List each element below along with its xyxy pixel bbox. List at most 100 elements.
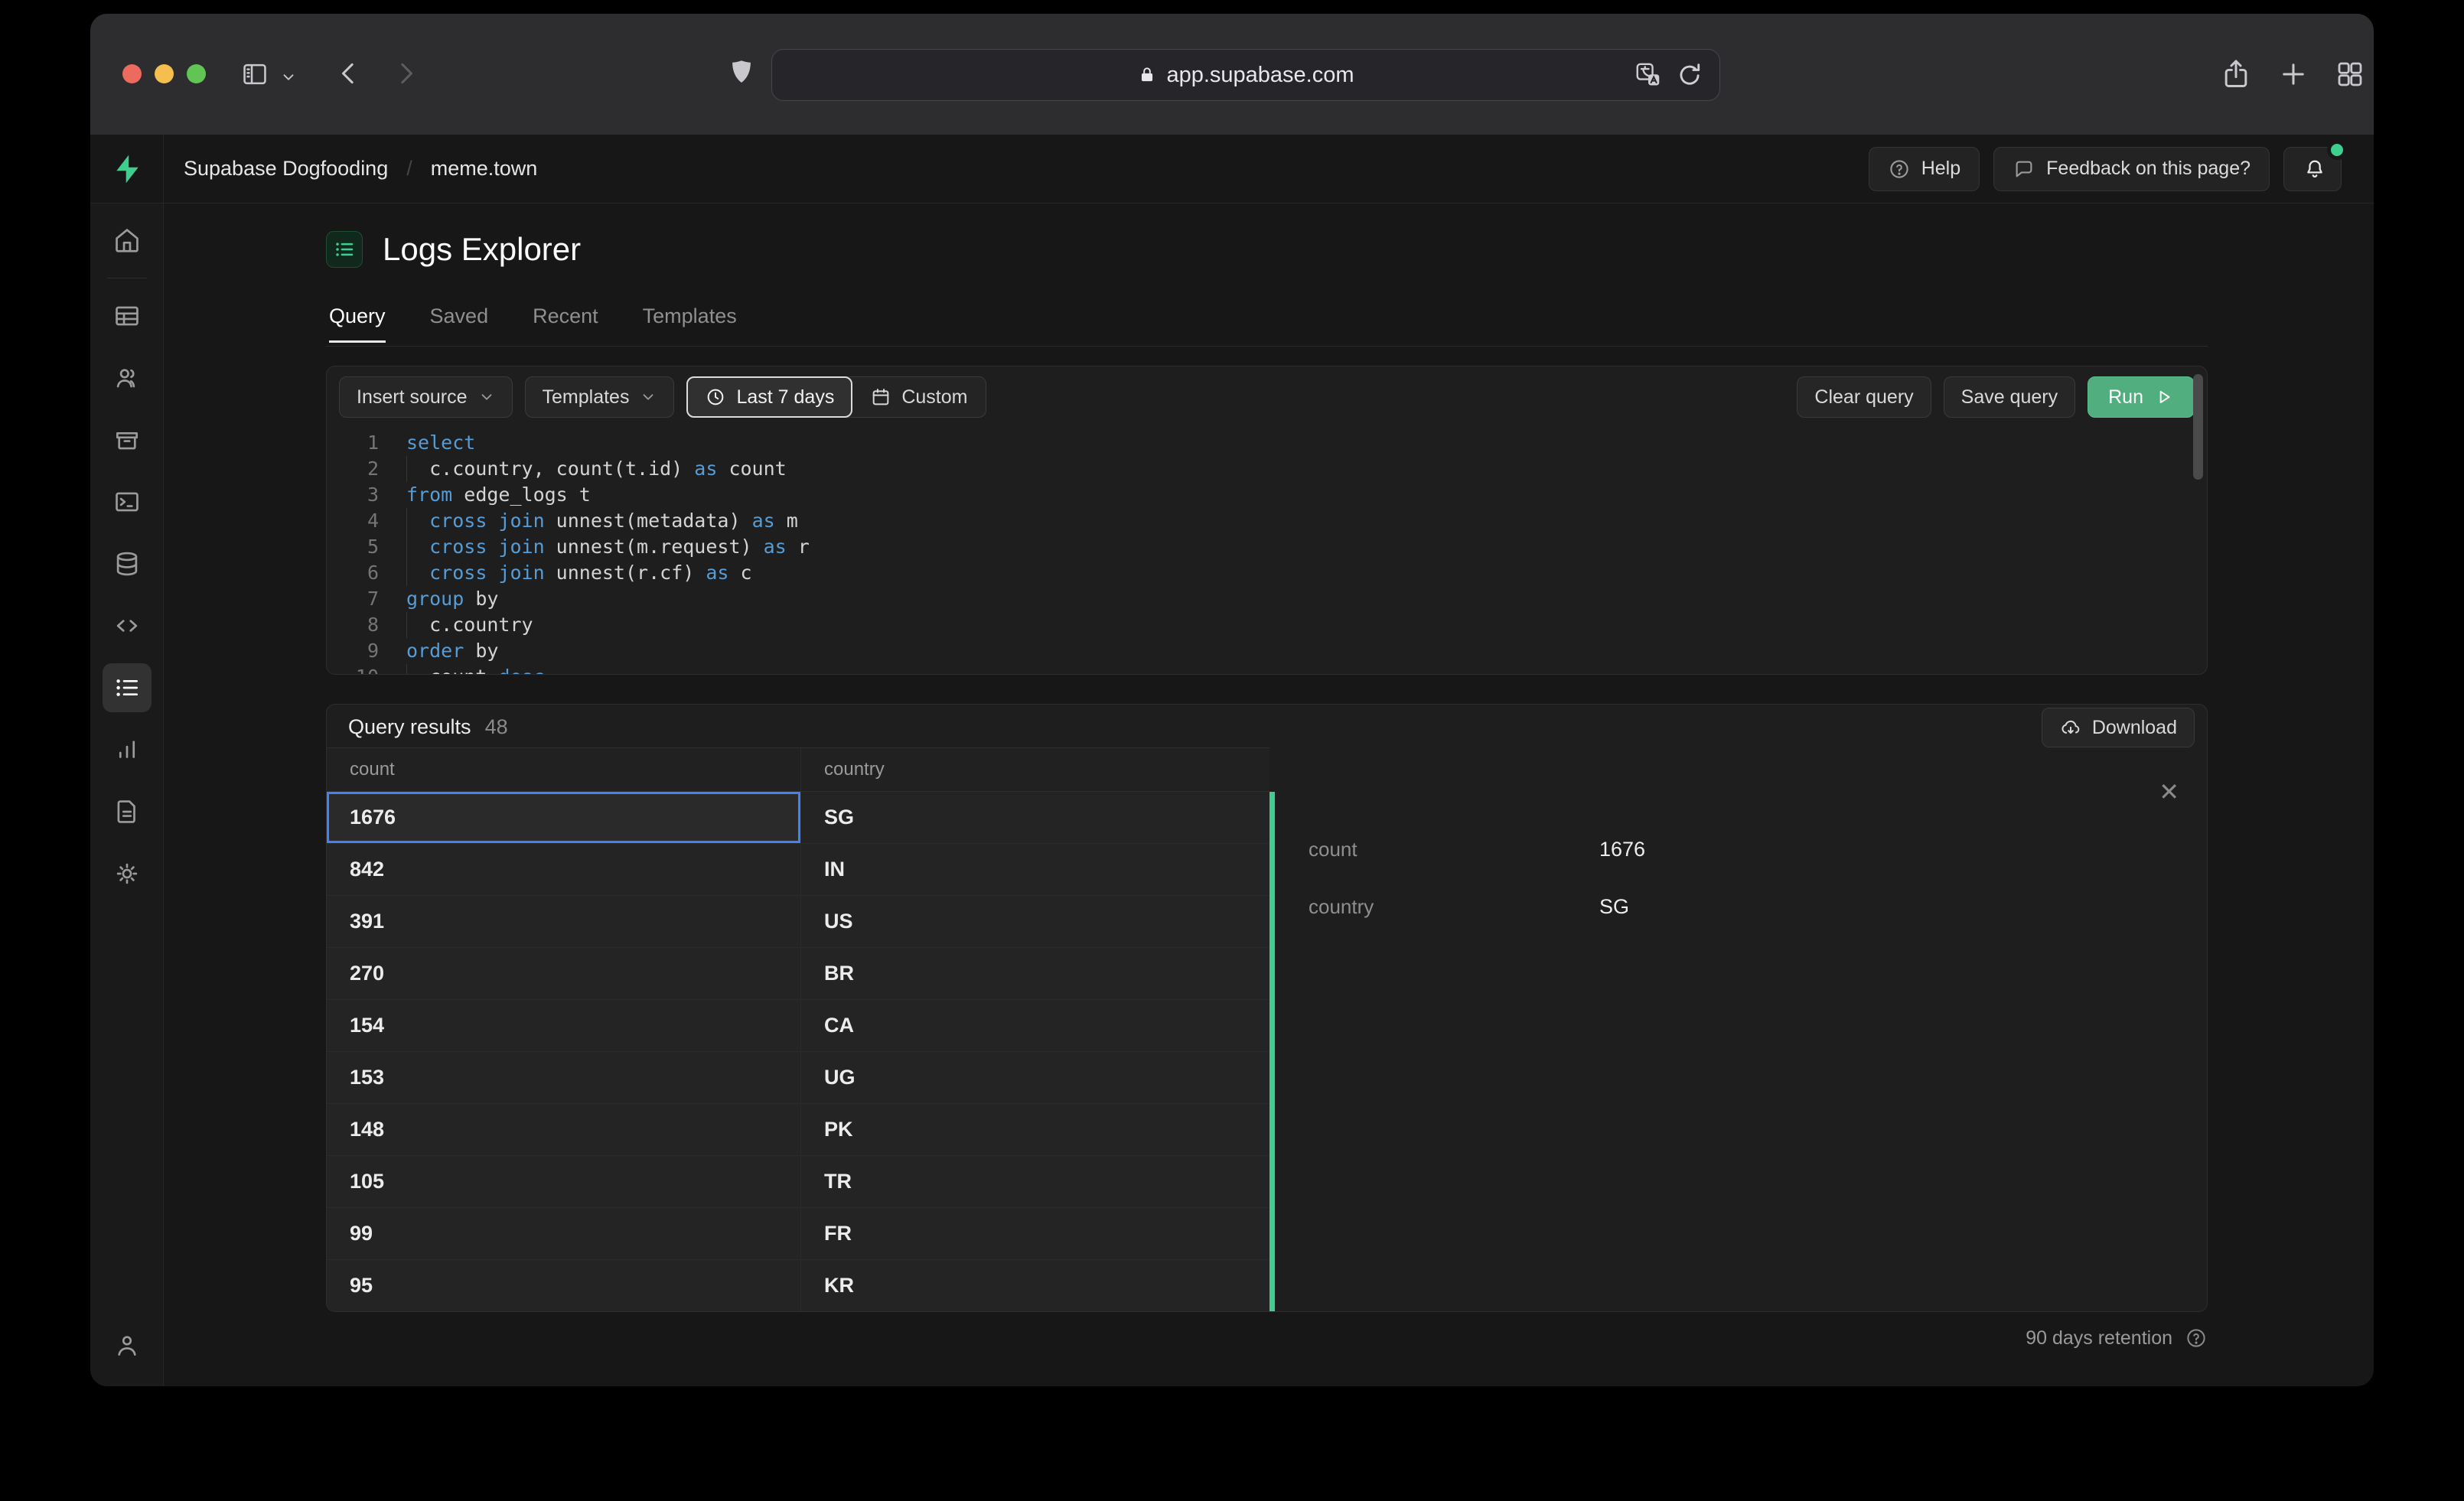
play-icon bbox=[2154, 387, 2174, 407]
code-line-4[interactable]: 4 cross join unnest(metadata) as m bbox=[327, 508, 2207, 534]
table-row[interactable]: 270 BR bbox=[327, 948, 1269, 1000]
breadcrumb-separator: / bbox=[406, 157, 412, 180]
sidebar-item-settings[interactable] bbox=[103, 849, 152, 898]
help-button[interactable]: Help bbox=[1868, 146, 1980, 191]
table-row[interactable]: 1676 SG bbox=[327, 792, 1269, 844]
table-row[interactable]: 153 UG bbox=[327, 1052, 1269, 1104]
table-row[interactable]: 391 US bbox=[327, 896, 1269, 948]
cell-count[interactable]: 95 bbox=[327, 1260, 801, 1311]
translate-icon[interactable] bbox=[1634, 60, 1663, 90]
sidebar-item-api[interactable] bbox=[103, 601, 152, 650]
clear-query-button[interactable]: Clear query bbox=[1797, 376, 1931, 418]
run-button[interactable]: Run bbox=[2088, 376, 2195, 418]
cell-country[interactable]: TR bbox=[801, 1156, 852, 1207]
notifications-button[interactable] bbox=[2283, 139, 2347, 191]
templates-button[interactable]: Templates bbox=[524, 376, 675, 418]
privacy-shield-icon[interactable] bbox=[725, 57, 758, 89]
cell-country[interactable]: UG bbox=[801, 1052, 856, 1103]
editor-scrollbar[interactable] bbox=[2193, 374, 2203, 480]
sidebar-item-database[interactable] bbox=[103, 539, 152, 588]
cell-count[interactable]: 842 bbox=[327, 844, 801, 895]
cell-country[interactable]: IN bbox=[801, 844, 845, 895]
feedback-button[interactable]: Feedback on this page? bbox=[1993, 146, 2270, 191]
code-line-7[interactable]: 7 group by bbox=[327, 586, 2207, 612]
cell-count[interactable]: 105 bbox=[327, 1156, 801, 1207]
address-bar[interactable]: app.supabase.com bbox=[771, 49, 1720, 101]
tab-saved[interactable]: Saved bbox=[430, 304, 489, 343]
cell-count[interactable]: 148 bbox=[327, 1104, 801, 1155]
reload-icon[interactable] bbox=[1675, 60, 1704, 90]
new-tab-icon[interactable] bbox=[2277, 58, 2309, 90]
minimize-window-button[interactable] bbox=[155, 64, 174, 83]
sidebar-item-logs[interactable] bbox=[102, 663, 152, 712]
cell-country[interactable]: KR bbox=[801, 1260, 854, 1311]
column-header-count[interactable]: count bbox=[327, 748, 801, 791]
table-row[interactable]: 105 TR bbox=[327, 1156, 1269, 1208]
table-row[interactable]: 154 CA bbox=[327, 1000, 1269, 1052]
last-7-days-button[interactable]: Last 7 days bbox=[686, 376, 853, 418]
code-line-5[interactable]: 5 cross join unnest(m.request) as r bbox=[327, 534, 2207, 560]
code-line-2[interactable]: 2 c.country, count(t.id) as count bbox=[327, 456, 2207, 482]
supabase-logo[interactable] bbox=[90, 135, 164, 203]
sidebar-item-sql-editor[interactable] bbox=[103, 477, 152, 526]
column-header-country[interactable]: country bbox=[801, 748, 885, 791]
cell-count[interactable]: 391 bbox=[327, 896, 801, 947]
breadcrumb-project[interactable]: meme.town bbox=[431, 157, 538, 181]
code-text: cross join unnest(metadata) as m bbox=[429, 510, 798, 532]
panel-resize-handle[interactable] bbox=[1269, 792, 1275, 1311]
tab-query[interactable]: Query bbox=[329, 304, 386, 343]
code-text: count desc bbox=[406, 664, 545, 674]
code-line-6[interactable]: 6 cross join unnest(r.cf) as c bbox=[327, 560, 2207, 586]
tab-recent[interactable]: Recent bbox=[533, 304, 598, 343]
save-query-button[interactable]: Save query bbox=[1943, 376, 2076, 418]
detail-count-label: count bbox=[1309, 837, 1357, 861]
cell-count[interactable]: 270 bbox=[327, 948, 801, 999]
custom-range-button[interactable]: Custom bbox=[852, 377, 986, 417]
sidebar-item-reports[interactable] bbox=[103, 725, 152, 774]
cell-count[interactable]: 1676 bbox=[327, 792, 801, 843]
close-icon[interactable]: ✕ bbox=[2159, 780, 2179, 804]
cell-count[interactable]: 154 bbox=[327, 1000, 801, 1051]
sidebar-item-auth-users[interactable] bbox=[103, 353, 152, 402]
sidebar-item-table-editor[interactable] bbox=[103, 291, 152, 340]
notification-dot bbox=[2327, 139, 2347, 160]
cell-country[interactable]: PK bbox=[801, 1104, 853, 1155]
insert-source-button[interactable]: Insert source bbox=[339, 376, 513, 418]
breadcrumb-org[interactable]: Supabase Dogfooding bbox=[184, 157, 388, 181]
sidebar-item-storage[interactable] bbox=[103, 415, 152, 464]
download-button[interactable]: Download bbox=[2041, 708, 2195, 747]
storage-icon bbox=[116, 431, 138, 450]
code-line-3[interactable]: 3 from edge_logs t bbox=[327, 482, 2207, 508]
sql-editor[interactable]: 1 select 2 c.country, count(t.id) as count… bbox=[327, 424, 2207, 674]
chevron-down-icon[interactable] bbox=[280, 69, 297, 86]
close-window-button[interactable] bbox=[122, 64, 142, 83]
code-text: cross join unnest(m.request) as r bbox=[429, 536, 810, 558]
back-icon[interactable] bbox=[334, 58, 364, 89]
table-row[interactable]: 99 FR bbox=[327, 1208, 1269, 1260]
question-circle-icon[interactable] bbox=[2185, 1327, 2208, 1350]
table-row[interactable]: 95 KR bbox=[327, 1260, 1269, 1311]
side-navigation bbox=[90, 203, 164, 1386]
code-line-1[interactable]: 1 select bbox=[327, 430, 2207, 456]
table-row[interactable]: 148 PK bbox=[327, 1104, 1269, 1156]
share-icon[interactable] bbox=[2219, 57, 2253, 90]
table-row[interactable]: 842 IN bbox=[327, 844, 1269, 896]
cell-country[interactable]: CA bbox=[801, 1000, 854, 1051]
sidebar-toggle-icon[interactable] bbox=[240, 60, 269, 89]
cell-country[interactable]: BR bbox=[801, 948, 854, 999]
cell-count[interactable]: 99 bbox=[327, 1208, 801, 1259]
forward-icon[interactable] bbox=[390, 58, 421, 89]
cell-country[interactable]: SG bbox=[801, 792, 854, 843]
zoom-window-button[interactable] bbox=[187, 64, 206, 83]
sidebar-item-account[interactable] bbox=[103, 1320, 152, 1369]
code-line-9[interactable]: 9 order by bbox=[327, 638, 2207, 664]
code-line-10[interactable]: 10 count desc bbox=[327, 664, 2207, 674]
sidebar-item-docs[interactable] bbox=[103, 787, 152, 836]
code-line-8[interactable]: 8 c.country bbox=[327, 612, 2207, 638]
cell-country[interactable]: US bbox=[801, 896, 853, 947]
cell-country[interactable]: FR bbox=[801, 1208, 852, 1259]
tab-overview-icon[interactable] bbox=[2334, 58, 2366, 90]
tab-templates[interactable]: Templates bbox=[643, 304, 737, 343]
cell-count[interactable]: 153 bbox=[327, 1052, 801, 1103]
sidebar-item-home[interactable] bbox=[103, 216, 152, 265]
